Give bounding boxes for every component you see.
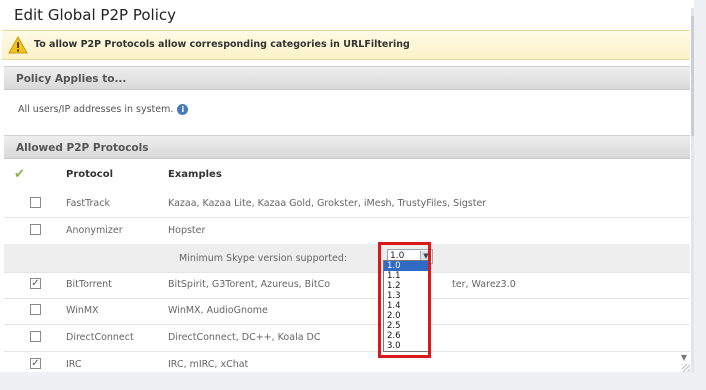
protocol-name: BitTorrent xyxy=(66,279,112,290)
protocol-name: DirectConnect xyxy=(66,332,134,343)
skype-version-row: Minimum Skype version supported: 1.0 ▼ xyxy=(4,244,690,273)
protocol-name: IRC xyxy=(66,359,82,370)
protocol-name: FastTrack xyxy=(66,198,110,209)
applies-to-text: All users/IP addresses in system. i xyxy=(18,104,189,115)
protocol-examples: WinMX, AudioGnome xyxy=(168,305,268,316)
protocol-name: Anonymizer xyxy=(66,225,123,236)
table-row-fasttrack: FastTrack Kazaa, Kazaa Lite, Kazaa Gold,… xyxy=(4,189,690,218)
red-highlight-box xyxy=(378,242,431,358)
bittorrent-checkbox[interactable]: ✓ xyxy=(30,278,41,289)
column-examples-header: Examples xyxy=(168,169,222,180)
protocol-examples: DirectConnect, DC++, Koala DC xyxy=(168,332,321,343)
vertical-scrollbar[interactable] xyxy=(691,8,694,372)
fasttrack-checkbox[interactable] xyxy=(30,197,41,208)
scrollbar-thumb[interactable] xyxy=(691,16,694,136)
protocol-examples: IRC, mIRC, xChat xyxy=(168,359,249,370)
table-header-row: ✔ Protocol Examples xyxy=(4,160,690,188)
table-row-directconnect: DirectConnect DirectConnect, DC++, Koala… xyxy=(4,323,690,352)
dialog-title: Edit Global P2P Policy xyxy=(14,6,176,24)
applies-to-label: All users/IP addresses in system. xyxy=(18,104,174,115)
warning-text: To allow P2P Protocols allow correspondi… xyxy=(34,39,410,50)
protocol-name: WinMX xyxy=(66,305,99,316)
anonymizer-checkbox[interactable] xyxy=(30,224,41,235)
table-row-irc: ✓ IRC IRC, mIRC, xChat xyxy=(4,350,690,372)
protocol-examples: Hopster xyxy=(168,225,206,236)
resize-grip-icon[interactable] xyxy=(682,364,690,372)
winmx-checkbox[interactable] xyxy=(30,304,41,315)
skype-version-label: Minimum Skype version supported: xyxy=(179,253,348,264)
checkmark-icon: ✔ xyxy=(14,167,25,182)
table-row-winmx: WinMX WinMX, AudioGnome xyxy=(4,296,690,325)
directconnect-checkbox[interactable] xyxy=(30,331,41,342)
warning-banner: To allow P2P Protocols allow correspondi… xyxy=(2,30,690,60)
info-icon[interactable]: i xyxy=(177,104,189,115)
allowed-protocols-heading: Allowed P2P Protocols xyxy=(4,135,690,159)
scroll-down-arrow-icon[interactable]: ▼ xyxy=(678,352,690,364)
table-row-anonymizer: Anonymizer Hopster xyxy=(4,216,690,245)
warning-icon xyxy=(8,36,28,54)
protocol-examples: Kazaa, Kazaa Lite, Kazaa Gold, Grokster,… xyxy=(168,198,487,209)
protocol-examples-tail: ter, Warez3.0 xyxy=(452,279,516,290)
table-row-bittorrent: ✓ BitTorrent BitSpirit, G3Torent, Azureu… xyxy=(4,270,690,299)
column-protocol-header: Protocol xyxy=(66,169,114,180)
edit-p2p-policy-dialog: Edit Global P2P Policy To allow P2P Prot… xyxy=(0,0,694,372)
irc-checkbox[interactable]: ✓ xyxy=(30,358,41,369)
policy-applies-heading: Policy Applies to... xyxy=(4,66,690,90)
protocol-examples: BitSpirit, G3Torent, Azureus, BitCo xyxy=(168,279,331,290)
